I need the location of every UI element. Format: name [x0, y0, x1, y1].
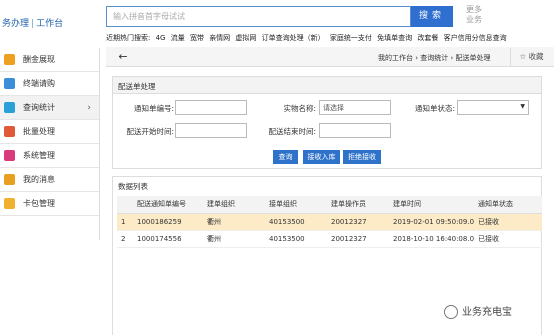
wechat-icon — [444, 305, 458, 319]
search-input[interactable]: 输入拼音首字母试试 — [106, 6, 411, 27]
column-header: 建单操作员 — [327, 196, 389, 214]
back-arrow-icon[interactable]: ← — [111, 48, 135, 66]
logo-separator: | — [31, 19, 35, 29]
table-cell: 40153500 — [265, 230, 327, 248]
tab-bar: ← 我的工作台 › 查询统计 › 配送单处理 ☆ 收藏 — [106, 47, 554, 67]
favorite-button[interactable]: ☆ 收藏 — [510, 48, 552, 66]
sidebar-item-terminal[interactable]: 终端请购 — [0, 72, 99, 96]
notice-status-select[interactable]: ▼ — [457, 100, 529, 115]
reject-button[interactable]: 拒绝接收 — [343, 150, 381, 164]
column-header — [117, 196, 133, 214]
hot-search-item[interactable]: 客户信用分信息查询 — [444, 34, 507, 42]
sidebar-item-batch[interactable]: 批量处理 — [0, 120, 99, 144]
table-cell: 1000174556 — [133, 230, 203, 248]
commission-icon — [4, 54, 15, 65]
hot-search-item[interactable]: 改套餐 — [417, 34, 438, 42]
column-header: 配送通知单编号 — [133, 196, 203, 214]
sidebar-item-card[interactable]: 卡包管理 — [0, 192, 99, 216]
table-cell: 2018-10-10 16:40:08.0 — [389, 230, 475, 248]
sidebar-item-label: 我的消息 — [23, 175, 55, 184]
search-button[interactable]: 搜索 — [411, 6, 453, 27]
logo-prefix: 务办理 — [2, 19, 30, 29]
app-logo: 务办理 | 工作台 — [2, 16, 63, 29]
table-cell: 已接收 — [474, 213, 542, 231]
sidebar-item-label: 批量处理 — [23, 127, 55, 136]
gear-icon — [4, 150, 15, 161]
batch-icon — [4, 126, 15, 137]
breadcrumb: 我的工作台 › 查询统计 › 配送单处理 — [378, 54, 491, 62]
table-cell: 衢州 — [203, 230, 265, 248]
hot-search-item[interactable]: 流量 — [171, 34, 185, 42]
query-icon — [4, 102, 15, 113]
table-cell: 20012327 — [327, 213, 389, 231]
table-cell: 已接收 — [474, 230, 542, 248]
table-cell: 衢州 — [203, 213, 265, 231]
column-header: 建单组织 — [203, 196, 265, 214]
notice-status-label: 通知单状态: — [414, 104, 455, 113]
sidebar-item-label: 终端请购 — [23, 79, 55, 88]
filter-panel: 配送单处理 通知单编号: 实物名称: 请选择 通知单状态: ▼ 配送开始时间: … — [112, 76, 542, 169]
sidebar: 酬金展现 终端请购 查询统计 › 批量处理 系统管理 我的消息 卡包管理 — [0, 48, 100, 240]
notice-no-label: 通知单编号: — [133, 104, 174, 113]
panel-title: 配送单处理 — [113, 77, 541, 94]
hot-search-item[interactable]: 免填单查询 — [377, 34, 412, 42]
chevron-down-icon: ▼ — [520, 103, 525, 110]
logo-label: 工作台 — [36, 19, 64, 29]
column-header: 建单时间 — [389, 196, 475, 214]
hot-search-item[interactable]: 家庭统一支付 — [330, 34, 372, 42]
sidebar-item-system[interactable]: 系统管理 — [0, 144, 99, 168]
table-cell: 2019-02-01 09:50:09.0 — [389, 213, 475, 231]
table-cell: 1 — [117, 213, 133, 231]
start-time-label: 配送开始时间: — [126, 127, 174, 136]
item-name-label: 实物名称: — [283, 104, 316, 113]
receive-button[interactable]: 接收入库 — [303, 150, 340, 164]
end-time-label: 配送结束时间: — [268, 127, 316, 136]
notice-no-input[interactable] — [175, 100, 247, 115]
sidebar-item-label: 酬金展现 — [23, 55, 55, 64]
table-cell: 1000186259 — [133, 213, 203, 231]
table-cell: 20012327 — [327, 230, 389, 248]
table-cell: 2 — [117, 230, 133, 248]
more-business-link[interactable]: 更多业务 — [466, 5, 486, 25]
sidebar-item-commission[interactable]: 酬金展现 — [0, 48, 99, 72]
sidebar-item-query-stats[interactable]: 查询统计 › — [0, 96, 99, 120]
sidebar-item-messages[interactable]: 我的消息 — [0, 168, 99, 192]
data-table: 配送通知单编号 建单组织 接单组织 建单操作员 建单时间 通知单状态 1 100… — [117, 196, 542, 248]
hot-search-item[interactable]: 宽带 — [190, 34, 204, 42]
watermark: 业务充电宝 — [444, 303, 512, 319]
table-row[interactable]: 1 1000186259 衢州 40153500 20012327 2019-0… — [117, 213, 542, 231]
panel-title: 数据列表 — [113, 177, 541, 194]
card-icon — [4, 198, 15, 209]
start-time-input[interactable] — [175, 123, 247, 138]
end-time-input[interactable] — [319, 123, 391, 138]
message-icon — [4, 174, 15, 185]
hot-search-item[interactable]: 亲情网 — [209, 34, 230, 42]
item-name-select[interactable]: 请选择 — [319, 100, 391, 115]
table-row[interactable]: 2 1000174556 衢州 40153500 20012327 2018-1… — [117, 230, 542, 248]
sidebar-item-label: 查询统计 — [23, 103, 55, 112]
query-button[interactable]: 查询 — [273, 150, 298, 164]
hot-search-item[interactable]: 订单查询处理（新） — [262, 34, 325, 42]
sidebar-item-label: 卡包管理 — [23, 199, 55, 208]
hot-search-item[interactable]: 虚拟网 — [235, 34, 256, 42]
table-header: 配送通知单编号 建单组织 接单组织 建单操作员 建单时间 通知单状态 — [117, 196, 542, 214]
sidebar-item-label: 系统管理 — [23, 151, 55, 160]
hot-search-item[interactable]: 4G — [156, 34, 166, 42]
terminal-icon — [4, 78, 15, 89]
chevron-right-icon: › — [87, 102, 91, 113]
column-header: 接单组织 — [265, 196, 327, 214]
table-cell: 40153500 — [265, 213, 327, 231]
hot-search-label: 近期热门搜索: — [106, 34, 151, 42]
column-header: 通知单状态 — [474, 196, 542, 214]
hot-search-bar: 近期热门搜索: 4G 流量 宽带 亲情网 虚拟网 订单查询处理（新） 家庭统一支… — [106, 33, 510, 43]
watermark-text: 业务充电宝 — [462, 307, 512, 318]
